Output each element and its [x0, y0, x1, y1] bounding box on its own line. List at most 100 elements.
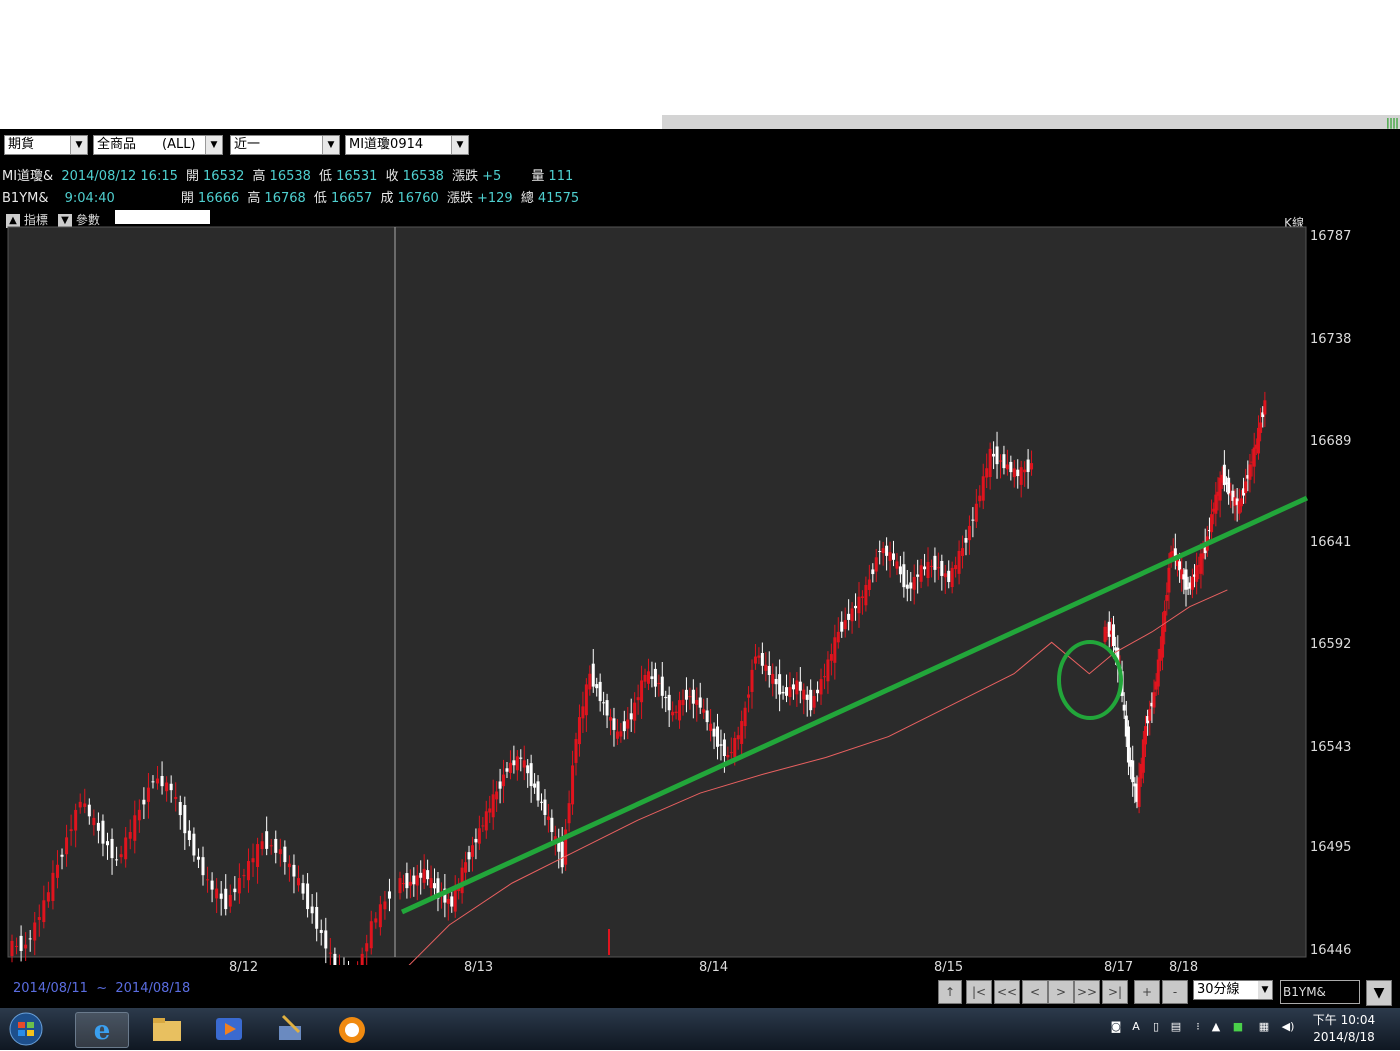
candle-body	[1167, 567, 1171, 593]
quote2-high-label: 高	[247, 191, 261, 206]
candle-body	[681, 699, 685, 706]
candle-body	[101, 820, 105, 844]
network-icon[interactable]: ▦	[1256, 1020, 1272, 1036]
folder-icon[interactable]	[150, 1012, 184, 1046]
candlestick-chart[interactable]	[0, 223, 1400, 965]
candle-body	[719, 744, 723, 746]
candle-body	[106, 841, 109, 846]
candle-body	[788, 686, 792, 698]
date-range-sep: ~	[96, 981, 108, 996]
chevron-down-icon[interactable]: ▼	[1258, 981, 1272, 999]
candle-body	[633, 702, 637, 721]
candle-body	[957, 550, 961, 574]
app-icon[interactable]	[273, 1012, 307, 1046]
date-range: 2014/08/11 ~ 2014/08/18	[13, 981, 190, 996]
show-hidden-icons[interactable]: ▲	[1208, 1020, 1224, 1036]
nav-button[interactable]: |<	[966, 980, 992, 1004]
nav-button[interactable]: >	[1048, 980, 1074, 1004]
media-player-icon[interactable]	[212, 1012, 246, 1046]
candle-body	[446, 898, 450, 904]
candle-body	[671, 711, 675, 716]
line-chat-icon[interactable]: ■	[1230, 1020, 1246, 1036]
quote1-open-label: 開	[186, 169, 200, 184]
windows-taskbar: e ◙ A ▯ ▤ ⁝ ▲ ■ ▦ ◀) 下午 10:04 2014/8/18	[0, 1008, 1400, 1050]
nav-button[interactable]: <<	[994, 980, 1020, 1004]
candle-body	[998, 460, 1002, 462]
period-select[interactable]: 30分線 ▼	[1193, 980, 1273, 1000]
grip-icon[interactable]: ||||	[1386, 116, 1399, 129]
candle-body	[315, 906, 319, 929]
chevron-down-icon[interactable]: ▼	[205, 136, 222, 154]
volume-icon[interactable]: ◀)	[1280, 1020, 1296, 1036]
settings-icon[interactable]: ⁝	[1190, 1020, 1206, 1036]
quote1-high-label: 高	[252, 169, 266, 184]
candle-body	[895, 561, 899, 569]
candle-body	[460, 867, 464, 894]
candle-body	[467, 852, 471, 860]
nav-button[interactable]: <	[1022, 980, 1048, 1004]
window-icon[interactable]: ▯	[1148, 1020, 1164, 1036]
candle-body	[722, 739, 726, 757]
nav-button[interactable]: +	[1134, 980, 1160, 1004]
nav-button[interactable]: >>	[1074, 980, 1100, 1004]
nav-button[interactable]: ↑	[938, 980, 962, 1004]
taskbar-clock[interactable]: 下午 10:04 2014/8/18	[1308, 1012, 1380, 1046]
nav-button[interactable]: -	[1162, 980, 1188, 1004]
candle-body	[874, 557, 878, 572]
monitor-icon[interactable]: ▤	[1168, 1020, 1184, 1036]
chevron-down-icon[interactable]: ▼	[322, 136, 339, 154]
chevron-down-icon[interactable]: ▼	[70, 136, 87, 154]
candle-body	[588, 673, 592, 690]
chevron-down-icon[interactable]: ▼	[451, 136, 468, 154]
month-select[interactable]: 近一 ▼	[230, 135, 340, 155]
candle-body	[55, 864, 59, 878]
ime-icon[interactable]: A	[1128, 1020, 1144, 1036]
quote2-change: +129	[476, 191, 513, 206]
candle-body	[767, 665, 771, 675]
start-button[interactable]	[6, 1012, 46, 1046]
candle-body	[602, 702, 606, 704]
tray-app-icon[interactable]: ◙	[1108, 1020, 1124, 1036]
nav-button[interactable]: >|	[1102, 980, 1128, 1004]
quote2-last-label: 成	[380, 191, 394, 206]
contract-select[interactable]: MI道瓊0914 ▼	[345, 135, 469, 155]
candle-body	[515, 756, 519, 771]
candle-body	[398, 878, 402, 894]
dropdown-button[interactable]: ▼	[1366, 980, 1392, 1006]
candle-body	[622, 721, 626, 732]
candle-body	[495, 791, 499, 800]
symbol-input[interactable]: B1YM&	[1280, 980, 1360, 1004]
candle-body	[571, 765, 575, 805]
candle-body	[929, 565, 933, 567]
candle-body	[1019, 467, 1023, 485]
candle-body	[1252, 447, 1256, 467]
candle-body	[1005, 464, 1009, 470]
candle-body	[919, 565, 923, 582]
quote1-change: +5	[482, 169, 502, 184]
candle-body	[301, 883, 305, 894]
bubble-app-icon[interactable]	[335, 1012, 369, 1046]
candle-body	[909, 582, 913, 589]
candle-body	[898, 566, 902, 575]
candle-body	[843, 620, 847, 630]
candle-body	[643, 674, 647, 682]
product-select[interactable]: 全商品 (ALL) ▼	[93, 135, 223, 155]
candle-body	[981, 476, 985, 501]
candle-body	[1156, 659, 1160, 687]
ie-icon[interactable]: e	[75, 1012, 129, 1048]
candle-body	[1190, 576, 1194, 590]
candle-body	[629, 713, 633, 720]
candle-body	[747, 694, 751, 698]
candle-body	[678, 700, 682, 721]
candle-body	[978, 495, 982, 502]
market-select[interactable]: 期貨 ▼	[4, 135, 88, 155]
candle-body	[83, 803, 87, 807]
candle-body	[577, 717, 581, 745]
candle-body	[595, 684, 599, 689]
candle-body	[636, 697, 640, 701]
candle-body	[798, 681, 802, 691]
candle-body	[251, 858, 255, 863]
candle-body	[729, 752, 733, 754]
candle-body	[850, 608, 854, 622]
candle-body	[774, 678, 778, 685]
